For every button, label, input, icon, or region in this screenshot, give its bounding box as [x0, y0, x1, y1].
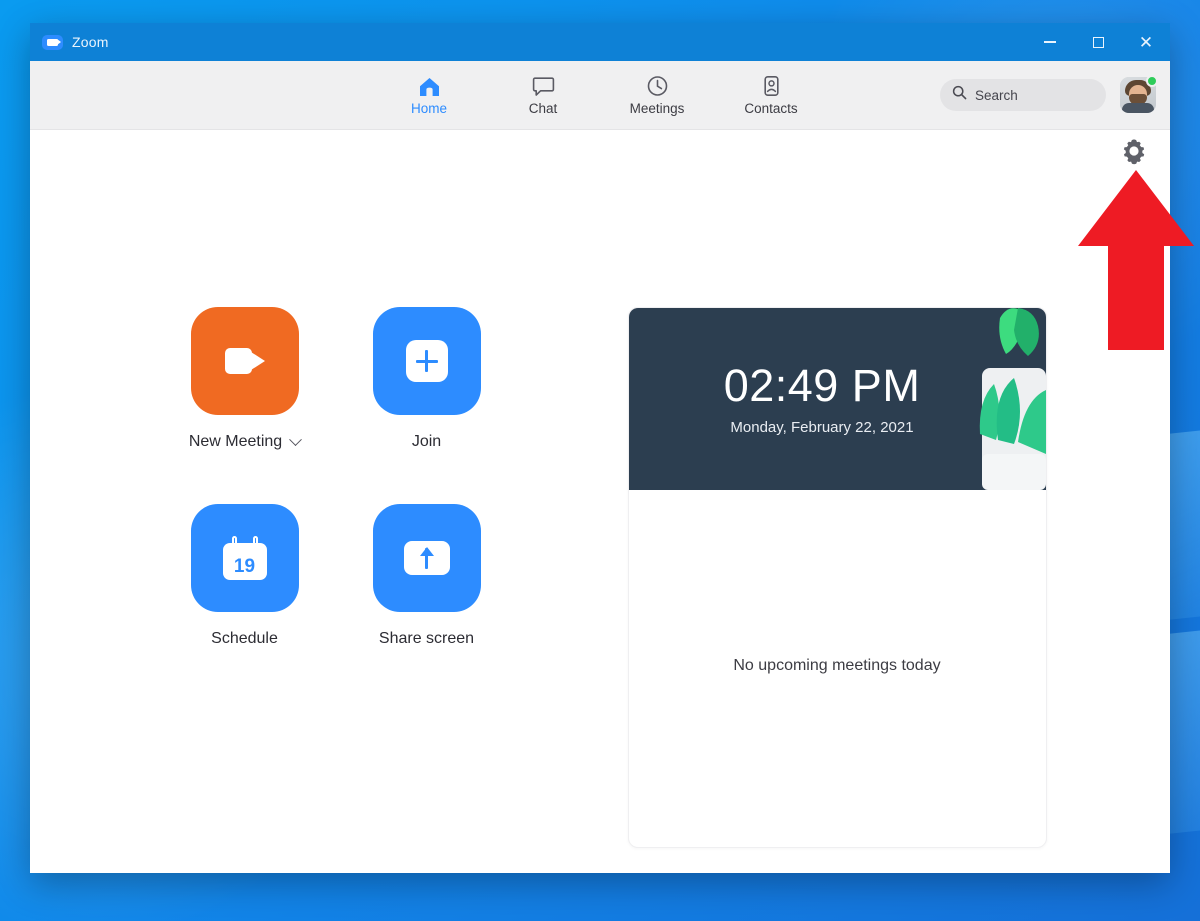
- zoom-application-window: Zoom ✕ Home Chat Meetings Contacts Searc…: [30, 23, 1170, 873]
- close-icon[interactable]: ✕: [1122, 23, 1170, 61]
- action-button-grid: New Meeting Join 19 Schedule Share scree…: [154, 307, 518, 848]
- empty-state-text: No upcoming meetings today: [733, 657, 941, 674]
- action-label: Share screen: [378, 630, 475, 647]
- schedule-button[interactable]: 19 Schedule: [154, 504, 336, 701]
- action-label: Schedule: [211, 630, 278, 647]
- desktop-background: Zoom ✕ Home Chat Meetings Contacts Searc…: [0, 0, 1200, 921]
- search-box[interactable]: [940, 79, 1106, 111]
- meetings-list-body: No upcoming meetings today: [629, 490, 1046, 847]
- schedule-tile: 19: [190, 504, 299, 612]
- settings-gear-icon[interactable]: [1119, 136, 1149, 166]
- join-button[interactable]: Join: [336, 307, 518, 504]
- clock-date: Monday, February 22, 2021: [730, 418, 914, 436]
- title-bar: Zoom ✕: [30, 23, 1170, 61]
- tab-label: Meetings: [629, 101, 685, 116]
- plus-square-icon: [405, 340, 448, 382]
- nav-right-group: [940, 75, 1170, 113]
- search-input[interactable]: [975, 87, 1095, 103]
- content-inner: New Meeting Join 19 Schedule Share scree…: [154, 307, 1047, 848]
- tab-label: Home: [410, 101, 447, 116]
- share-screen-button[interactable]: Share screen: [336, 504, 518, 701]
- clock-icon: [646, 74, 669, 98]
- tab-chat[interactable]: Chat: [507, 74, 579, 116]
- action-label: New Meeting: [188, 433, 283, 450]
- home-icon: [418, 74, 441, 98]
- new-meeting-tile: [190, 307, 299, 415]
- new-meeting-label-row: New Meeting: [188, 432, 303, 451]
- video-camera-icon: [224, 348, 265, 374]
- avatar[interactable]: [1120, 75, 1158, 113]
- tab-home[interactable]: Home: [393, 74, 465, 116]
- zoom-camera-logo-icon: [42, 34, 63, 50]
- schedule-label-row: Schedule: [211, 630, 278, 648]
- chevron-down-icon[interactable]: [289, 432, 303, 446]
- clock-panel: 02:49 PM Monday, February 22, 2021: [628, 308, 1046, 490]
- calendar-icon: 19: [222, 536, 267, 580]
- tab-meetings[interactable]: Meetings: [621, 74, 693, 116]
- contact-icon: [760, 74, 783, 98]
- app-title: Zoom: [72, 34, 109, 50]
- search-icon: [952, 85, 967, 105]
- calendar-day-number: 19: [233, 556, 256, 577]
- tab-contacts[interactable]: Contacts: [735, 74, 807, 116]
- share-screen-tile: [372, 504, 481, 612]
- clock-time: 02:49 PM: [723, 359, 921, 411]
- status-badge: [1146, 75, 1158, 87]
- share-screen-label-row: Share screen: [379, 630, 474, 648]
- navigation-toolbar: Home Chat Meetings Contacts Search: [30, 61, 1170, 130]
- potted-plant-illustration-icon: [922, 308, 1046, 490]
- main-content: New Meeting Join 19 Schedule Share scree…: [30, 130, 1170, 873]
- upcoming-meetings-card: 02:49 PM Monday, February 22, 2021 No up…: [627, 307, 1047, 848]
- join-label-row: Join: [412, 433, 441, 451]
- action-label: Join: [411, 433, 442, 450]
- upload-arrow-icon: [403, 541, 450, 575]
- title-bar-left: Zoom: [30, 34, 109, 50]
- window-controls: ✕: [1026, 23, 1170, 61]
- maximize-icon[interactable]: [1074, 23, 1122, 61]
- chat-icon: [532, 74, 555, 98]
- minimize-icon[interactable]: [1026, 23, 1074, 61]
- tab-label: Contacts: [744, 101, 798, 116]
- new-meeting-button[interactable]: New Meeting: [154, 307, 336, 504]
- tab-label: Chat: [528, 101, 558, 116]
- join-tile: [372, 307, 481, 415]
